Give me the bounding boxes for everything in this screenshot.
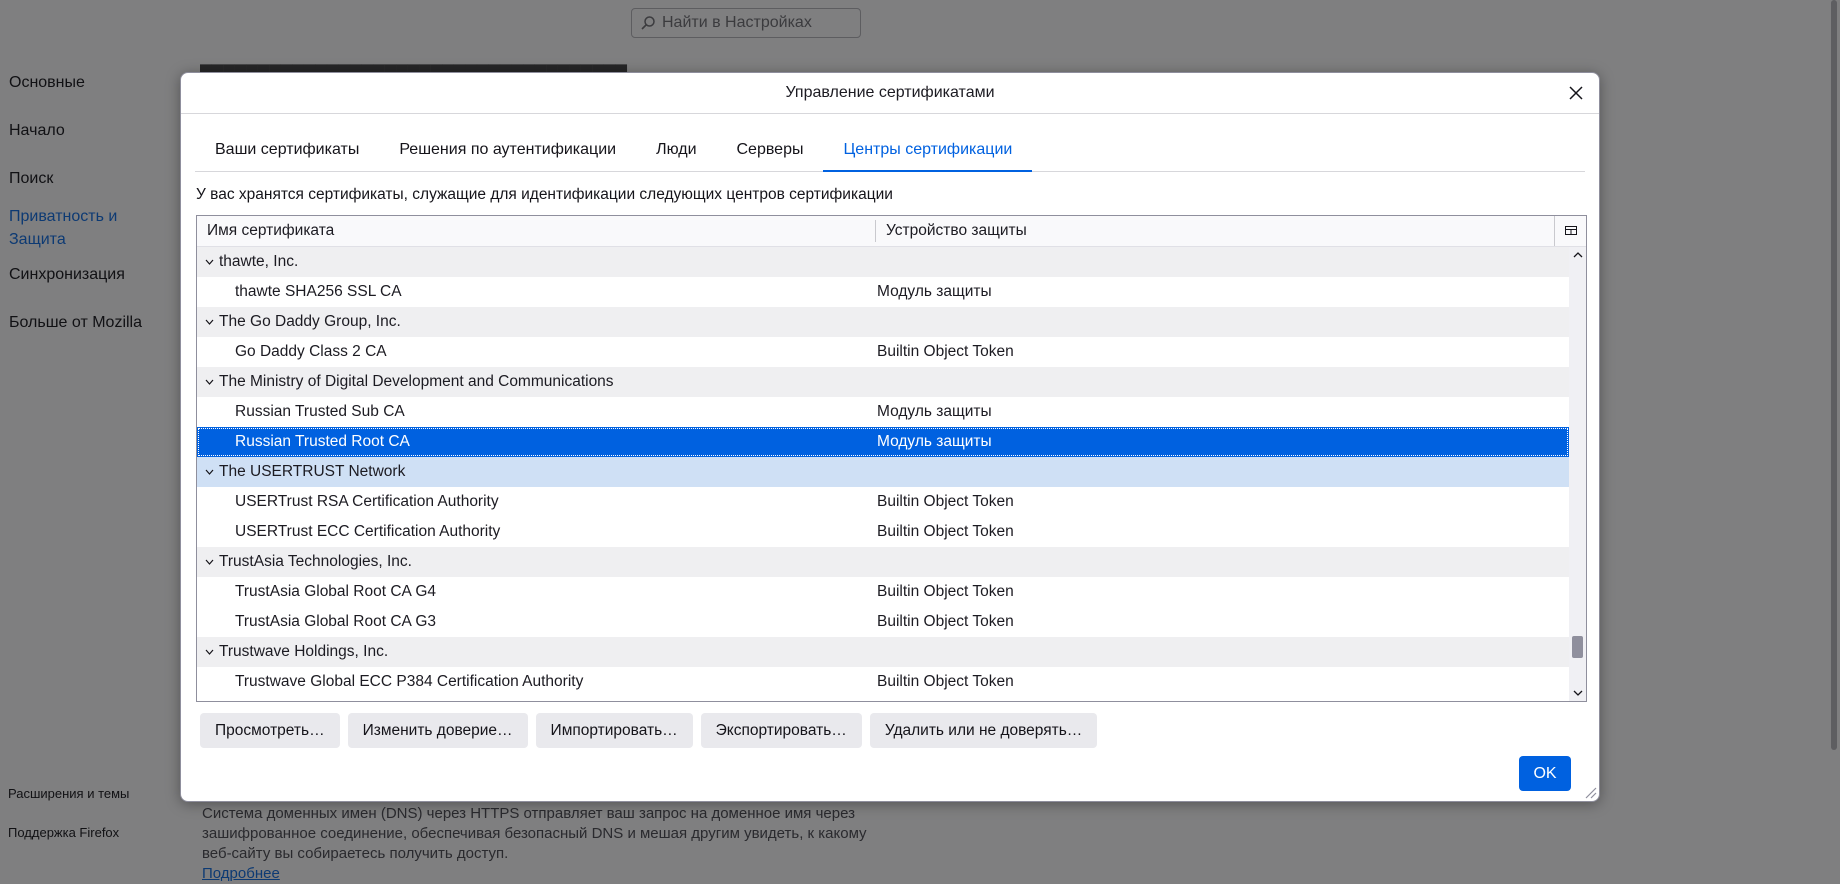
security-device: Builtin Object Token (877, 613, 1014, 630)
nav-item-general[interactable]: Основные (9, 74, 85, 92)
certificate-name: Trustwave Global ECC P384 Certification … (235, 673, 584, 690)
tab-bar: Ваши сертификаты Решения по аутентификац… (195, 129, 1585, 172)
edit-trust-button[interactable]: Изменить доверие… (347, 713, 528, 748)
tab-servers[interactable]: Серверы (717, 129, 824, 170)
security-device: Builtin Object Token (877, 673, 1014, 690)
chevron-down-icon[interactable] (205, 649, 219, 655)
certificate-manager-dialog: Управление сертификатами Ваши сертификат… (180, 72, 1600, 802)
tree-row[interactable]: USERTrust RSA Certification Authority Bui… (197, 487, 1569, 517)
group-name: The Go Daddy Group, Inc. (219, 313, 401, 330)
tree-row[interactable]: TrustAsia Global Root CA G4 Builtin Objec… (197, 577, 1569, 607)
chevron-up-icon (1573, 252, 1582, 258)
close-icon (1569, 86, 1583, 100)
import-button[interactable]: Импортировать… (535, 713, 693, 748)
group-name: Trustwave Holdings, Inc. (219, 643, 389, 660)
chevron-down-icon (1573, 690, 1582, 696)
action-buttons: Просмотреть… Изменить доверие… Импортиро… (200, 713, 1098, 748)
scroll-thumb[interactable] (1572, 636, 1583, 658)
security-device: Builtin Object Token (877, 523, 1014, 540)
tree-group-row[interactable]: The USERTRUST Network (197, 457, 1569, 487)
settings-search-placeholder: Найти в Настройках (662, 14, 812, 31)
certificate-name: Go Daddy Class 2 CA (235, 343, 387, 360)
nav-item-sync[interactable]: Синхронизация (9, 266, 125, 284)
column-header-token[interactable]: Устройство защиты (876, 222, 1586, 240)
tree-group-row[interactable]: The Ministry of Digital Development and … (197, 367, 1569, 397)
delete-distrust-button[interactable]: Удалить или не доверять… (869, 713, 1098, 748)
export-button[interactable]: Экспортировать… (700, 713, 862, 748)
tree-row[interactable]: TrustAsia Global Root CA G3 Builtin Objec… (197, 607, 1569, 637)
tree-group-row[interactable]: TrustAsia Technologies, Inc. (197, 547, 1569, 577)
security-device: Модуль защиты (877, 433, 992, 450)
scroll-up-arrow[interactable] (1569, 247, 1586, 263)
security-device: Builtin Object Token (877, 583, 1014, 600)
ok-button[interactable]: OK (1519, 756, 1571, 791)
tree-group-row[interactable]: The Go Daddy Group, Inc. (197, 307, 1569, 337)
tree-group-row[interactable]: Trustwave Holdings, Inc. (197, 637, 1569, 667)
column-picker-icon (1564, 226, 1577, 235)
resize-grip-icon[interactable] (1583, 785, 1597, 799)
nav-item-search[interactable]: Поиск (9, 170, 53, 188)
chevron-down-icon[interactable] (205, 559, 219, 565)
settings-search-input[interactable]: Найти в Настройках (631, 8, 861, 38)
tree-header: Имя сертификата Устройство защиты (197, 216, 1586, 247)
tree-row[interactable]: thawte SHA256 SSL CA Модуль защиты (197, 277, 1569, 307)
scroll-down-arrow[interactable] (1569, 685, 1586, 701)
certificate-name: Russian Trusted Sub CA (235, 403, 405, 420)
tree-group-row[interactable]: thawte, Inc. (197, 247, 1569, 277)
group-name: The Ministry of Digital Development and … (219, 373, 614, 390)
tab-authentication-decisions[interactable]: Решения по аутентификации (379, 129, 636, 170)
tab-authorities[interactable]: Центры сертификации (823, 129, 1033, 172)
certificate-name: USERTrust ECC Certification Authority (235, 523, 501, 540)
certificate-name: Russian Trusted Root CA (235, 433, 410, 450)
nav-extensions-themes[interactable]: Расширения и темы (8, 786, 129, 801)
group-name: The USERTRUST Network (219, 463, 406, 480)
tree-row[interactable]: Russian Trusted Sub CA Модуль защиты (197, 397, 1569, 427)
view-button[interactable]: Просмотреть… (200, 713, 340, 748)
chevron-down-icon[interactable] (205, 469, 219, 475)
dns-text: Система доменных имен (DNS) через HTTPS … (202, 805, 867, 862)
tree-row[interactable]: USERTrust ECC Certification Authority Bui… (197, 517, 1569, 547)
certificate-name: TrustAsia Global Root CA G4 (235, 583, 437, 600)
certificate-name: TrustAsia Global Root CA G3 (235, 613, 437, 630)
nav-firefox-support[interactable]: Поддержка Firefox (8, 825, 119, 840)
dialog-title: Управление сертификатами (181, 73, 1599, 114)
tree-row[interactable]: Trustwave Global ECC P384 Certification … (197, 667, 1569, 697)
nav-item-privacy[interactable]: Приватность и Защита (9, 205, 159, 251)
page-scrollbar[interactable] (1831, 0, 1837, 750)
dns-learn-more-link[interactable]: Подробнее (202, 865, 280, 882)
search-icon (641, 16, 655, 30)
tab-your-certificates[interactable]: Ваши сертификаты (195, 129, 379, 170)
tree-rows: thawte, Inc. thawte SHA256 SSL CA Модуль з… (197, 247, 1569, 697)
security-device: Модуль защиты (877, 283, 992, 300)
column-picker-button[interactable] (1554, 216, 1586, 246)
certificate-name: USERTrust RSA Certification Authority (235, 493, 499, 510)
certificate-tree: Имя сертификата Устройство защиты thawte… (196, 215, 1587, 702)
group-name: thawte, Inc. (219, 253, 299, 270)
group-name: TrustAsia Technologies, Inc. (219, 553, 412, 570)
nav-item-home[interactable]: Начало (9, 122, 65, 140)
tree-row-selected[interactable]: Russian Trusted Root CA Модуль защиты (197, 427, 1569, 457)
tree-row[interactable]: Go Daddy Class 2 CA Builtin Object Token (197, 337, 1569, 367)
certificate-name: thawte SHA256 SSL CA (235, 283, 402, 300)
security-device: Модуль защиты (877, 403, 992, 420)
chevron-down-icon[interactable] (205, 259, 219, 265)
chevron-down-icon[interactable] (205, 379, 219, 385)
dns-over-https-description: Система доменных имен (DNS) через HTTPS … (202, 804, 882, 884)
nav-item-more-from-mozilla[interactable]: Больше от Mozilla (9, 314, 142, 332)
security-device: Builtin Object Token (877, 493, 1014, 510)
tab-people[interactable]: Люди (636, 129, 716, 170)
chevron-down-icon[interactable] (205, 319, 219, 325)
authorities-description: У вас хранятся сертификаты, служащие для… (196, 186, 893, 203)
close-button[interactable] (1565, 82, 1587, 104)
column-header-name[interactable]: Имя сертификата (197, 222, 875, 240)
tree-scrollbar[interactable] (1569, 247, 1586, 701)
security-device: Builtin Object Token (877, 343, 1014, 360)
